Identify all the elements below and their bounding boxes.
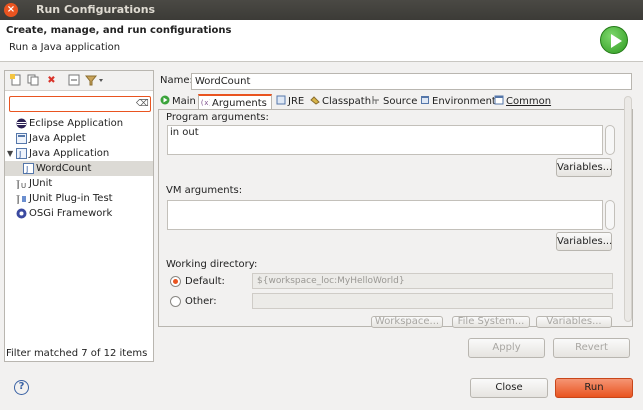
config-tabs: Main (x)Arguments JRE Classpath Source E…: [158, 94, 633, 110]
filter-status: Filter matched 7 of 12 items: [6, 348, 148, 359]
tree-item-label: Java Applet: [29, 133, 86, 144]
filter-field[interactable]: ⌫: [9, 96, 151, 112]
window-title: Run Configurations: [36, 3, 156, 16]
tree-item-junit[interactable]: JU JUnit: [5, 176, 153, 191]
config-list-panel: ✖ ⌫ Eclipse Application Java Applet ▼ J …: [4, 70, 154, 362]
tree-item-label: Java Application: [29, 148, 110, 159]
title-bar: × Run Configurations: [0, 0, 643, 20]
environment-tab-icon: [421, 96, 429, 104]
java-config-icon: J: [23, 163, 34, 174]
svg-text:U: U: [21, 182, 26, 189]
svg-text:J: J: [16, 180, 20, 189]
revert-button[interactable]: Revert: [553, 338, 630, 358]
vm-args-textarea[interactable]: [167, 200, 603, 230]
working-dir-label: Working directory:: [166, 259, 258, 270]
tab-label: Source: [383, 96, 418, 107]
filesystem-button[interactable]: File System...: [452, 316, 530, 328]
run-logo-icon: [600, 26, 628, 54]
tree-item-label: JUnit: [29, 178, 53, 189]
tree-item-wordcount[interactable]: J WordCount: [5, 161, 153, 176]
svg-text:J: J: [18, 150, 21, 159]
new-config-icon[interactable]: [9, 74, 22, 87]
tree-item-label: WordCount: [36, 163, 92, 174]
config-detail-panel: Name: WordCount Main (x)Arguments JRE Cl…: [158, 70, 633, 332]
program-args-label: Program arguments:: [166, 112, 269, 123]
tab-label: Arguments: [212, 98, 267, 109]
osgi-icon: [16, 208, 27, 219]
tab-arguments[interactable]: (x)Arguments: [198, 94, 272, 110]
tree-item-junit-plugin-test[interactable]: J JUnit Plug-in Test: [5, 191, 153, 206]
tree-item-java-applet[interactable]: Java Applet: [5, 131, 153, 146]
delete-icon[interactable]: ✖: [45, 74, 58, 87]
default-dir-field: ${workspace_loc:MyHelloWorld}: [252, 273, 613, 289]
default-label: Default:: [185, 276, 225, 287]
name-label: Name:: [160, 75, 193, 86]
junit-icon: JU: [16, 180, 26, 189]
applet-icon: [16, 133, 27, 144]
vm-variables-button[interactable]: Variables...: [556, 232, 612, 251]
run-button[interactable]: Run: [555, 378, 633, 398]
source-tab-icon: [372, 96, 379, 104]
vm-args-scrollbar[interactable]: [605, 200, 615, 230]
collapse-all-icon[interactable]: [67, 74, 80, 87]
clear-filter-icon[interactable]: ⌫: [136, 98, 149, 110]
program-variables-button[interactable]: Variables...: [556, 158, 612, 177]
filter-icon[interactable]: [84, 74, 105, 87]
tree-item-eclipse-application[interactable]: Eclipse Application: [5, 116, 153, 131]
apply-button[interactable]: Apply: [468, 338, 545, 358]
dir-variables-button[interactable]: Variables...: [536, 316, 612, 328]
jre-tab-icon: [276, 95, 286, 105]
java-app-icon: J: [16, 148, 27, 159]
duplicate-icon[interactable]: [26, 74, 39, 87]
tree-item-osgi-framework[interactable]: OSGi Framework: [5, 206, 153, 221]
tab-label: JRE: [288, 96, 305, 107]
tab-label: Environment: [432, 96, 496, 107]
tab-jre[interactable]: JRE: [276, 94, 312, 110]
tab-label: Common: [506, 96, 552, 107]
tree-item-label: Eclipse Application: [29, 118, 124, 129]
workspace-button[interactable]: Workspace...: [371, 316, 443, 328]
program-args-textarea[interactable]: in out: [167, 125, 603, 155]
vm-args-label: VM arguments:: [166, 185, 243, 196]
program-args-scrollbar[interactable]: [605, 125, 615, 155]
other-label: Other:: [185, 296, 217, 307]
help-icon[interactable]: ?: [14, 380, 29, 395]
close-window-icon[interactable]: ×: [4, 3, 18, 17]
tab-source[interactable]: Source: [371, 94, 421, 110]
tab-label: Main: [172, 96, 196, 107]
tab-environment[interactable]: Environment: [420, 94, 496, 110]
tree-item-label: OSGi Framework: [29, 208, 113, 219]
eclipse-icon: [16, 118, 27, 129]
common-tab-icon: [494, 95, 504, 105]
junit-plugin-icon: J: [16, 195, 26, 204]
name-input[interactable]: WordCount: [191, 73, 632, 90]
svg-text:J: J: [25, 165, 28, 174]
classpath-tab-icon: [310, 96, 320, 105]
header-subtitle: Run a Java application: [9, 42, 121, 53]
tab-main[interactable]: Main: [160, 94, 200, 110]
arguments-tab-body: Program arguments: in out Variables... V…: [158, 109, 633, 328]
tree-item-java-application[interactable]: ▼ J Java Application: [5, 146, 153, 161]
other-dir-field: [252, 293, 613, 309]
close-button[interactable]: Close: [470, 378, 548, 398]
dialog-header: Create, manage, and run configurations R…: [0, 20, 643, 62]
expand-arrow-icon[interactable]: ▼: [7, 146, 13, 161]
tab-label: Classpath: [322, 96, 372, 107]
svg-text:(x): (x): [200, 99, 210, 107]
tab-body-scrollbar[interactable]: [624, 96, 632, 322]
config-toolbar: ✖: [5, 71, 153, 91]
header-title: Create, manage, and run configurations: [6, 25, 232, 36]
default-radio[interactable]: [170, 276, 181, 287]
other-radio[interactable]: [170, 296, 181, 307]
tree-item-label: JUnit Plug-in Test: [29, 193, 113, 204]
arguments-tab-icon: (x): [200, 99, 210, 107]
tab-common[interactable]: Common: [494, 94, 554, 110]
tab-classpath[interactable]: Classpath: [310, 94, 372, 110]
main-tab-icon: [160, 95, 170, 105]
svg-text:J: J: [16, 195, 20, 204]
filter-input[interactable]: [12, 98, 132, 110]
